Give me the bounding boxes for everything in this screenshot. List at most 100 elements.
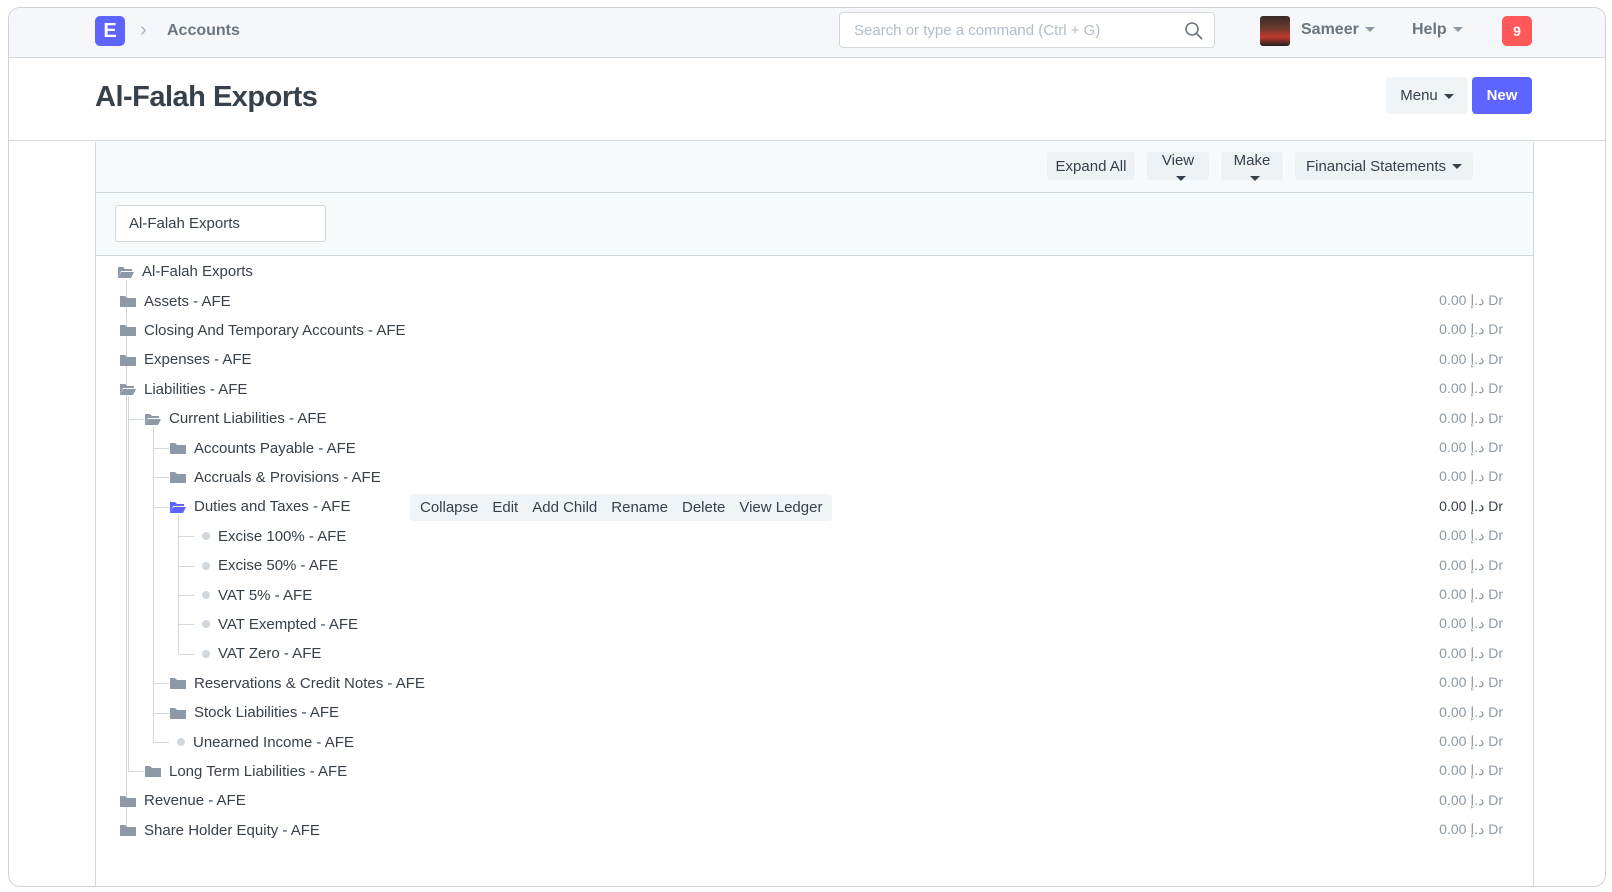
tree-node-label: Reservations & Credit Notes - AFE: [194, 674, 425, 692]
account-balance: 0.00 د.إ Dr: [1439, 321, 1503, 338]
tree-node-row-4[interactable]: Current Liabilities - AFE: [144, 407, 327, 431]
folder-open-icon: [170, 501, 186, 513]
tree-node-label: Accounts Payable - AFE: [194, 439, 356, 457]
tree-node-label: Assets - AFE: [144, 292, 231, 310]
tree-node-row-15[interactable]: Unearned Income - AFE: [177, 730, 354, 754]
tree-node-row-18[interactable]: Share Holder Equity - AFE: [119, 818, 320, 842]
leaf-dot-icon: [202, 649, 210, 658]
tree-connector: [178, 536, 194, 538]
account-balance: 0.00 د.إ Dr: [1439, 292, 1503, 308]
node-action-collapse[interactable]: Collapse: [413, 499, 485, 516]
app-window: E › Accounts Sameer Help 9 Al-Falah Expo…: [8, 7, 1606, 887]
leaf-dot-icon: [202, 561, 210, 570]
account-balance: 0.00 د.إ Dr: [1439, 703, 1503, 720]
tree-connector: [178, 595, 194, 596]
avatar[interactable]: [1260, 16, 1290, 46]
folder-icon: [120, 795, 136, 807]
chevron-down-icon: [1452, 27, 1463, 33]
awesome-bar[interactable]: [839, 12, 1215, 48]
account-balance: 0.00 د.إ Dr: [1439, 791, 1503, 808]
folder-icon: [120, 825, 136, 837]
new-button[interactable]: New: [1472, 77, 1532, 114]
account-balance: 0.00 د.إ Dr: [1439, 586, 1503, 602]
account-balance: 0.00 د.إ Dr: [1439, 644, 1503, 661]
tree-node-label: Revenue - AFE: [144, 792, 246, 810]
tree-node-label: Current Liabilities - AFE: [169, 410, 327, 428]
folder-icon: [170, 443, 186, 454]
menu-label: Menu: [1400, 87, 1438, 104]
tree-node-row-7[interactable]: Duties and Taxes - AFE: [169, 495, 350, 519]
tree-node-row-17[interactable]: Revenue - AFE: [119, 789, 246, 813]
search-input[interactable]: [852, 21, 1176, 40]
chevron-down-icon: [1364, 27, 1375, 33]
tree-connector: [128, 771, 144, 773]
folder-open-icon: [120, 384, 136, 396]
tree-node-label: Closing And Temporary Accounts - AFE: [144, 321, 406, 339]
menu-button[interactable]: Menu: [1386, 77, 1468, 114]
node-action-add-child[interactable]: Add Child: [525, 499, 604, 516]
tree-node-row-6[interactable]: Accruals & Provisions - AFE: [169, 465, 381, 489]
tree-node-row-5[interactable]: Accounts Payable - AFE: [169, 436, 356, 460]
node-action-toolbar: Collapse Edit Add Child Rename Delete View Le…: [410, 493, 833, 521]
folder-icon: [120, 354, 136, 366]
tree-connector: [178, 653, 194, 655]
breadcrumb-chevron-icon: ›: [140, 19, 147, 41]
navbar: E › Accounts Sameer Help 9: [9, 8, 1605, 58]
user-dropdown[interactable]: Sameer: [1301, 21, 1375, 39]
tree-node-row-0[interactable]: Assets - AFE: [119, 289, 231, 313]
tree-connector: [153, 426, 154, 742]
folder-icon: [120, 325, 136, 337]
node-action-rename[interactable]: Rename: [604, 499, 675, 516]
tree-node-row-14[interactable]: Stock Liabilities - AFE: [169, 701, 339, 725]
tree-node-row-13[interactable]: Reservations & Credit Notes - AFE: [169, 671, 425, 695]
account-balance: 0.00 د.إ Dr: [1439, 821, 1503, 838]
tree-connector: [153, 712, 169, 714]
leaf-dot-icon: [202, 620, 210, 629]
leaf-dot-icon: [177, 738, 185, 746]
tree-node-label: Share Holder Equity - AFE: [144, 821, 320, 839]
tree-node-row-1[interactable]: Closing And Temporary Accounts - AFE: [119, 318, 406, 342]
tree-connector: [178, 565, 194, 567]
tree-node-label: Accruals & Provisions - AFE: [194, 468, 381, 486]
account-balance: 0.00 د.إ Dr: [1439, 350, 1503, 367]
app-logo[interactable]: E: [95, 16, 125, 46]
tree-node-row-16[interactable]: Long Term Liabilities - AFE: [144, 759, 347, 783]
account-balance: 0.00 د.إ Dr: [1439, 439, 1503, 455]
tree-panel: Expand All View Make Financial Statement…: [95, 142, 1534, 886]
help-dropdown[interactable]: Help: [1412, 21, 1463, 39]
tree-node-label: Long Term Liabilities - AFE: [169, 762, 348, 780]
tree-node-row-11[interactable]: VAT Exempted - AFE: [202, 612, 358, 636]
user-name: Sameer: [1301, 21, 1359, 38]
tree-node-label: Excise 50% - AFE: [218, 557, 339, 575]
tree-node-label: Duties and Taxes - AFE: [194, 498, 351, 516]
leaf-dot-icon: [202, 591, 210, 599]
account-balance: 0.00 د.إ Dr: [1439, 409, 1503, 426]
search-icon[interactable]: [1184, 21, 1204, 41]
tree-node-row-10[interactable]: VAT 5% - AFE: [202, 583, 312, 607]
leaf-dot-icon: [202, 532, 210, 541]
page-title: Al-Falah Exports: [95, 81, 318, 113]
node-action-delete[interactable]: Delete: [675, 499, 732, 516]
help-label: Help: [1412, 21, 1447, 38]
folder-open-icon: [118, 266, 134, 278]
tree-node-root[interactable]: Al-Falah Exports: [117, 260, 253, 284]
node-action-view-ledger[interactable]: View Ledger: [732, 499, 829, 516]
tree-node-label: Expenses - AFE: [144, 351, 252, 369]
tree-node-row-2[interactable]: Expenses - AFE: [119, 348, 252, 372]
tree-connector: [153, 448, 169, 449]
node-action-edit[interactable]: Edit: [485, 499, 525, 516]
folder-icon: [120, 296, 136, 307]
tree-node-label: Unearned Income - AFE: [193, 733, 354, 751]
account-balance: 0.00 د.إ Dr: [1439, 556, 1503, 573]
breadcrumb-accounts[interactable]: Accounts: [167, 22, 240, 40]
chevron-down-icon: [1443, 93, 1454, 99]
account-balance: 0.00 د.إ Dr: [1439, 468, 1503, 485]
tree-node-row-12[interactable]: VAT Zero - AFE: [202, 642, 321, 666]
tree-node-row-3[interactable]: Liabilities - AFE: [119, 377, 247, 401]
notifications-badge[interactable]: 9: [1502, 16, 1532, 46]
account-balance: 0.00 د.إ Dr: [1439, 733, 1503, 749]
account-balance: 0.00 د.إ Dr: [1439, 497, 1503, 514]
tree-node-row-8[interactable]: Excise 100% - AFE: [202, 524, 346, 548]
tree-node-row-9[interactable]: Excise 50% - AFE: [202, 554, 338, 578]
divider: [9, 140, 1605, 141]
